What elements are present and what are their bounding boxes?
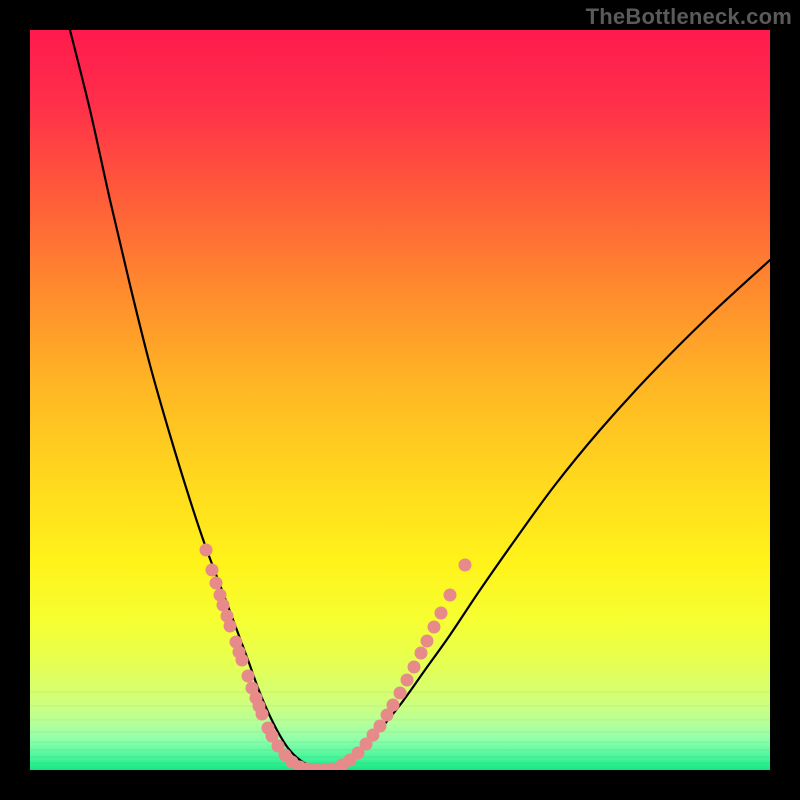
marker-dot xyxy=(242,670,255,683)
marker-dot xyxy=(224,620,237,633)
marker-dot xyxy=(444,589,457,602)
marker-dot xyxy=(236,654,249,667)
marker-dot xyxy=(256,708,269,721)
marker-dot xyxy=(374,720,387,733)
marker-dot xyxy=(421,635,434,648)
marker-dot xyxy=(459,559,472,572)
marker-dot xyxy=(394,687,407,700)
plot-area xyxy=(30,30,770,770)
marker-dot xyxy=(401,674,414,687)
watermark-text: TheBottleneck.com xyxy=(586,4,792,30)
marker-dot xyxy=(435,607,448,620)
marker-dot xyxy=(387,699,400,712)
chart-frame: TheBottleneck.com xyxy=(0,0,800,800)
marker-dot xyxy=(210,577,223,590)
plot-svg xyxy=(30,30,770,770)
gradient-background xyxy=(30,30,770,770)
marker-dot xyxy=(206,564,219,577)
marker-dot xyxy=(415,647,428,660)
marker-dot xyxy=(428,621,441,634)
marker-dot xyxy=(200,544,213,557)
marker-dot xyxy=(408,661,421,674)
